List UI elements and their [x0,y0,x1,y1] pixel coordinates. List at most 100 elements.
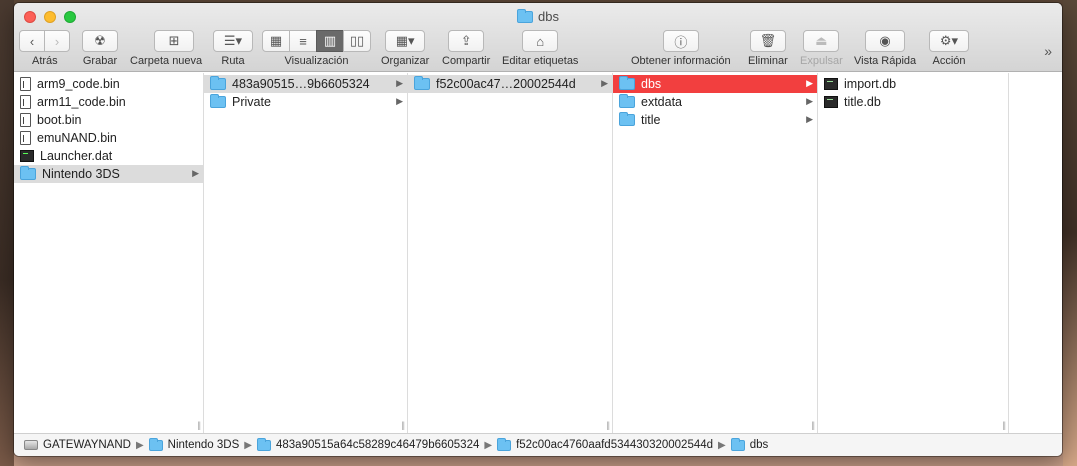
column-browser: arm9_code.bin arm11_code.bin boot.bin em… [14,73,1062,433]
get-info-group: ⓘ Obtener información [631,30,731,67]
tags-label: Editar etiquetas [502,55,579,67]
back-button[interactable]: ‹ [19,30,45,52]
coverflow-view-button[interactable]: ▯▯ [343,30,371,52]
path-segment-id1[interactable]: 483a90515a64c58289c46479b6605324 [256,437,479,451]
file-icon [20,95,31,109]
icon-view-button[interactable]: ▦ [262,30,290,52]
share-group: ⇪ Compartir [442,30,490,67]
column-resize-handle[interactable]: || [1002,420,1006,430]
desktop-left-edge [0,0,14,466]
chevron-right-icon: › [54,33,60,49]
new-folder-button[interactable]: ⊞ [154,30,195,52]
file-icon [20,77,31,91]
path-segment-id2[interactable]: f52c00ac4760aafd534430320002544d [497,437,713,451]
column-resize-handle[interactable]: || [197,420,201,430]
trash-icon: 🗑 [759,33,777,48]
arrange-label: Organizar [381,55,430,67]
burn-group: ☢ Grabar [82,30,118,67]
file-icon [20,131,31,145]
folder-icon [20,166,36,180]
database-file-icon [824,96,838,108]
share-button[interactable]: ⇪ [448,30,485,52]
new-folder-icon: ⊞ [168,33,180,48]
column-resize-handle[interactable]: || [401,420,405,430]
eject-button[interactable]: ⏏ [803,30,840,52]
path-separator-icon: ▶ [244,439,252,451]
column-resize-handle[interactable]: || [606,420,610,430]
path-separator-icon: ▶ [135,439,144,451]
column-view-button[interactable]: ▥ [316,30,344,52]
folder-icon [414,76,430,90]
list-item-selected[interactable]: Nintendo 3DS ▶ [14,165,203,183]
info-icon: ⓘ [674,34,688,50]
list-item[interactable]: boot.bin [14,111,203,129]
folder-icon [256,437,271,451]
eject-group: ⏏ Expulsar [800,30,843,67]
list-item[interactable]: arm9_code.bin [14,75,203,93]
delete-label: Eliminar [748,55,788,67]
forward-button[interactable]: › [44,30,70,52]
disclosure-arrow-icon: ▶ [806,96,813,106]
arrange-button[interactable]: ▦▾ [385,30,426,52]
column-resize-handle[interactable]: || [811,420,815,430]
delete-button[interactable]: 🗑 [749,30,786,52]
folder-icon [619,94,635,108]
new-folder-group: ⊞ Carpeta nueva [130,30,202,67]
window-title: dbs [14,8,1062,24]
folder-icon [210,94,226,108]
list-icon: ≡ [299,33,307,49]
list-item[interactable]: title ▶ [613,111,817,129]
list-item-selected[interactable]: dbs ▶ [613,75,817,93]
folder-icon [497,437,512,451]
grid-icon: ▦ [269,33,283,48]
list-item-selected[interactable]: 483a90515…9b6605324 ▶ [204,75,407,93]
tags-group: ⌂ Editar etiquetas [502,30,578,67]
column-1: arm9_code.bin arm11_code.bin boot.bin em… [14,73,204,433]
path-bar: GATEWAYNAND ▶ Nintendo 3DS ▶ 483a90515a6… [14,433,1062,456]
view-group: ▦ ≡ ▥ ▯▯ Visualización [262,30,371,67]
disclosure-arrow-icon: ▶ [396,96,403,106]
edit-tags-button[interactable]: ⌂ [522,30,559,52]
quick-look-label: Vista Rápida [854,55,917,67]
path-group: ☰▾ Ruta [213,30,253,67]
database-file-icon [824,78,838,90]
list-item[interactable]: Launcher.dat [14,147,203,165]
folder-icon [730,437,745,451]
column-5: import.db title.db || [818,73,1009,433]
eye-icon: ◉ [879,33,891,48]
path-button[interactable]: ☰▾ [213,30,253,52]
list-item[interactable]: arm11_code.bin [14,93,203,111]
coverflow-icon: ▯▯ [349,33,365,48]
path-separator-icon: ▶ [718,439,726,451]
list-item-selected[interactable]: f52c00ac47…20002544d ▶ [408,75,612,93]
burn-label: Grabar [82,55,118,67]
folder-icon [619,76,635,90]
path-segment-dbs[interactable]: dbs [730,437,768,451]
path-segment-nintendo[interactable]: Nintendo 3DS [148,437,239,451]
list-item[interactable]: import.db [818,75,1008,93]
arrange-icon: ▦▾ [395,33,415,48]
gear-icon: ⚙▾ [939,33,959,48]
disclosure-arrow-icon: ▶ [806,114,813,124]
list-item[interactable]: extdata ▶ [613,93,817,111]
quick-look-button[interactable]: ◉ [865,30,906,52]
toolbar-overflow-button[interactable]: » [1044,43,1052,59]
desktop-right-edge [1063,0,1077,466]
list-item[interactable]: Private ▶ [204,93,407,111]
burn-button[interactable]: ☢ [82,30,118,52]
window-title-text: dbs [538,9,559,24]
column-4: dbs ▶ extdata ▶ title ▶ || [613,73,818,433]
list-item[interactable]: emuNAND.bin [14,129,203,147]
action-button[interactable]: ⚙▾ [929,30,969,52]
radioactive-icon: ☢ [94,33,106,48]
eject-icon: ⏏ [815,33,828,48]
list-item[interactable]: title.db [818,93,1008,111]
tag-icon: ⌂ [536,33,545,49]
titlebar: dbs ‹ › Atrás ☢ Grabar ⊞ Carpeta nueva ☰… [14,3,1062,72]
path-segment-drive[interactable]: GATEWAYNAND [24,439,131,451]
get-info-button[interactable]: ⓘ [662,30,699,52]
action-label: Acción [932,55,966,67]
disclosure-arrow-icon: ▶ [192,168,199,178]
folder-icon [517,8,534,23]
list-view-button[interactable]: ≡ [289,30,317,52]
